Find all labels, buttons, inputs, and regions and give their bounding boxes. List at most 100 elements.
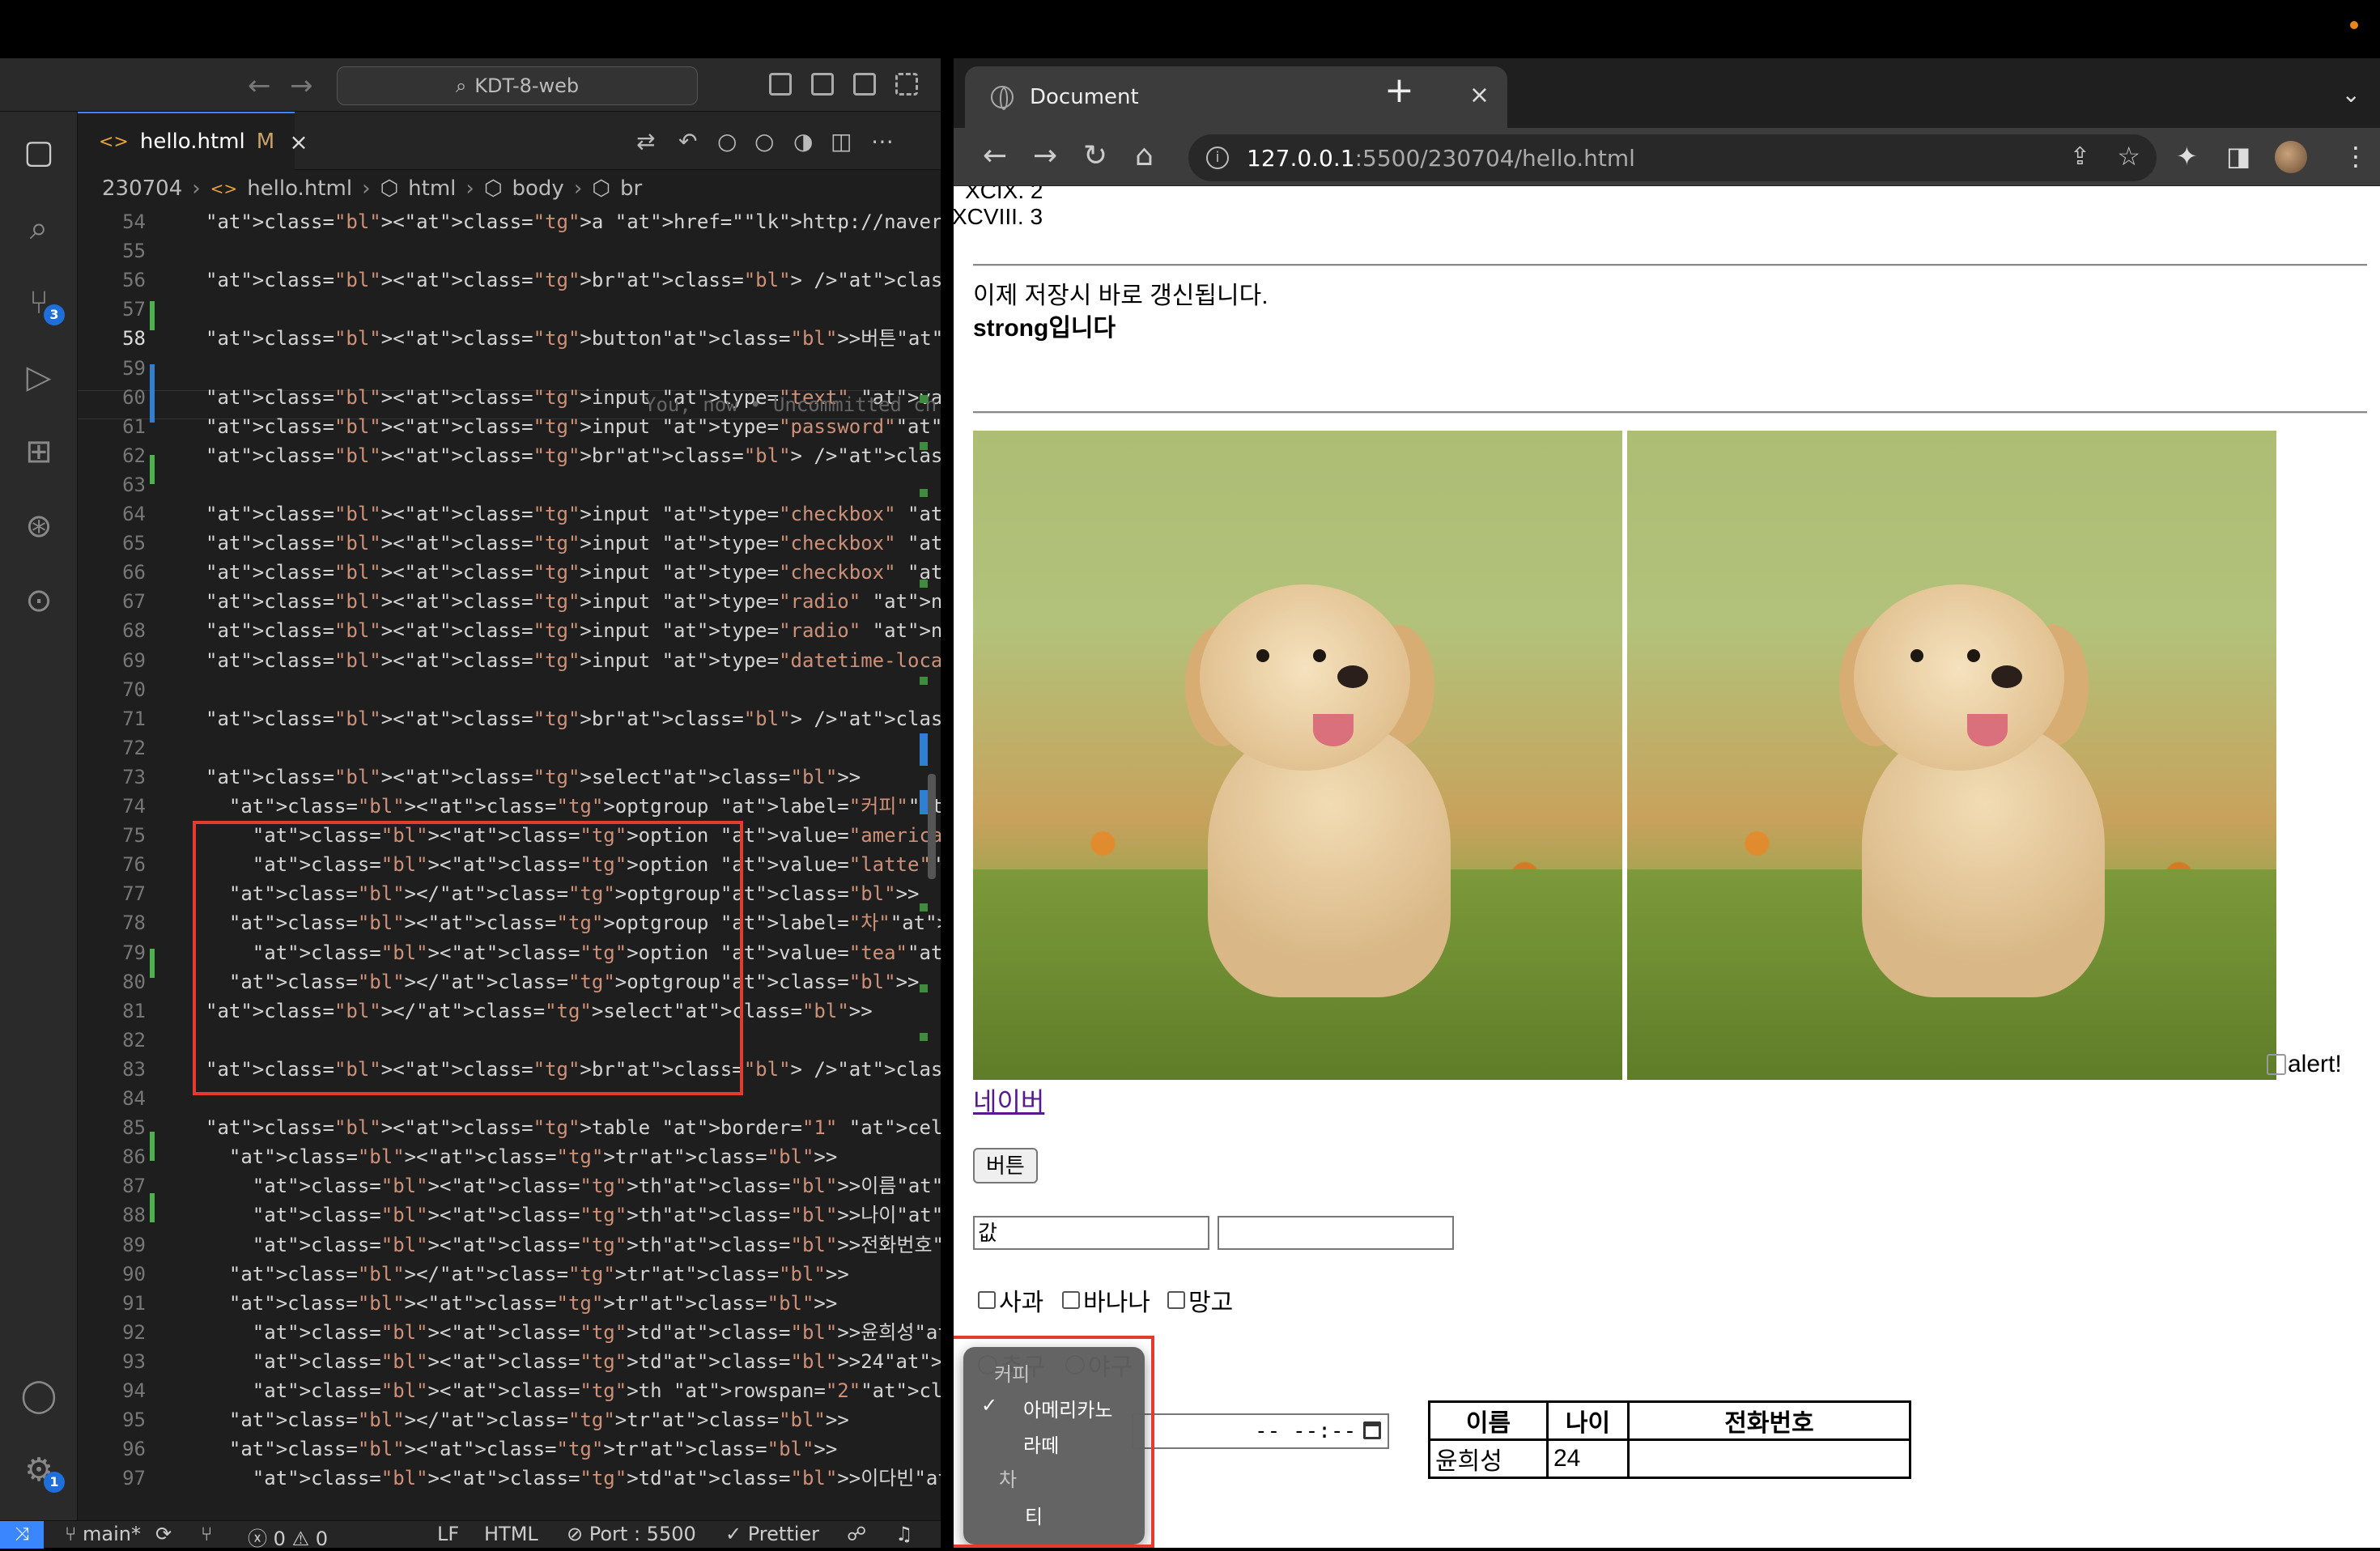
problems-status[interactable]: ⓧ 0 ⚠ 0	[248, 1523, 328, 1551]
git-graph-status-icon[interactable]: ⑂	[201, 1523, 212, 1545]
search-icon[interactable]: ⌕	[18, 207, 60, 249]
code-line: "at">class="bl"><"at">class="tg">td"at">…	[252, 1349, 941, 1373]
command-center-search[interactable]: ⌕ KDT-8-web	[337, 66, 698, 105]
git-graph-icon[interactable]: ⊛	[18, 505, 60, 547]
commit-icon[interactable]: ○	[717, 128, 737, 155]
code-line: "at">class="bl"><"at">class="tg">a "at">…	[206, 210, 941, 233]
extensions-icon[interactable]: ⊞	[18, 431, 60, 473]
chrome-menu-icon[interactable]: ⋮	[2343, 141, 2369, 172]
remote-explorer-icon[interactable]: ⊙	[18, 580, 60, 622]
run-debug-icon[interactable]: ▷	[18, 356, 60, 398]
close-tab-icon[interactable]: ×	[1469, 81, 1490, 109]
tab-hello-html[interactable]: <> hello.html M ×	[78, 112, 308, 170]
tab-search-chevron-icon[interactable]: ⌄	[2342, 81, 2361, 108]
editor-scrollbar[interactable]	[928, 774, 936, 879]
table-header: 전화번호	[1627, 1400, 1911, 1441]
code-line: "at">class="bl"><"at">class="tg">input "…	[206, 648, 941, 672]
datetime-value: -- --:--	[1255, 1419, 1357, 1443]
breadcrumb-br[interactable]: br	[620, 176, 642, 201]
branch-status[interactable]: ⑂ main*	[65, 1523, 141, 1545]
line-number: 73	[122, 765, 146, 788]
line-number: 81	[122, 999, 146, 1022]
toggle-panel-icon[interactable]	[811, 73, 834, 96]
breadcrumb-body[interactable]: body	[512, 176, 564, 201]
side-panel-icon[interactable]: ◨	[2226, 141, 2250, 172]
source-control-icon[interactable]: ⑂ 3	[18, 282, 65, 325]
minimap[interactable]	[920, 207, 928, 1520]
home-icon[interactable]: ⌂	[1135, 139, 1154, 172]
notifications-bell-icon[interactable]: ♫	[895, 1523, 913, 1545]
line-number: 79	[122, 941, 146, 964]
modified-indicator: M	[256, 130, 275, 154]
accounts-icon[interactable]: ◯	[18, 1375, 60, 1417]
reload-icon[interactable]: ↻	[1083, 139, 1107, 172]
window-divider[interactable]	[941, 58, 954, 1548]
element-cube-icon: ⬡	[483, 176, 503, 201]
horizontal-rule	[973, 411, 2367, 414]
bookmark-star-icon[interactable]: ☆	[2117, 141, 2140, 172]
more-actions-icon[interactable]: ⋯	[871, 128, 894, 155]
password-input[interactable]	[1218, 1216, 1454, 1250]
toggle-primary-sidebar-icon[interactable]	[769, 73, 792, 96]
checkbox-apple[interactable]: 사과	[978, 1282, 1043, 1318]
forward-icon[interactable]: →	[1033, 139, 1057, 172]
settings-gear-icon[interactable]: ⚙ 1	[18, 1449, 65, 1493]
revert-icon[interactable]: ↶	[678, 128, 697, 155]
line-number: 82	[122, 1028, 146, 1052]
remote-indicator-icon[interactable]: ⤨	[0, 1521, 44, 1549]
split-editor-icon[interactable]: ◫	[831, 128, 852, 155]
checkbox-label: 사과	[999, 1290, 1044, 1316]
new-tab-icon[interactable]: +	[1384, 73, 1414, 108]
checkbox-box[interactable]	[978, 1291, 996, 1309]
close-tab-icon[interactable]: ×	[289, 129, 308, 155]
breadcrumb-html[interactable]: html	[408, 176, 456, 201]
back-arrow-icon[interactable]: ←	[248, 70, 271, 102]
address-bar[interactable]: i 127.0.0.1:5500/230704/hello.html ⇪ ☆	[1188, 134, 2157, 181]
open-changes-icon[interactable]: ○	[754, 128, 774, 155]
go-live-icon[interactable]: ◑	[793, 128, 813, 155]
line-number: 74	[122, 795, 146, 818]
line-number: 54	[122, 210, 146, 233]
line-number: 72	[122, 736, 146, 759]
naver-link[interactable]: 네이버	[973, 1081, 1044, 1119]
checkbox-banana[interactable]: 바나나	[1062, 1282, 1150, 1318]
prettier-status[interactable]: ✓ Prettier	[725, 1523, 819, 1545]
git-added-marker	[150, 1132, 155, 1161]
calendar-icon[interactable]	[1363, 1421, 1381, 1439]
compare-changes-icon[interactable]: ⇄	[636, 128, 655, 155]
site-info-icon[interactable]: i	[1206, 147, 1229, 169]
checkbox-box[interactable]	[1167, 1291, 1185, 1309]
share-icon[interactable]: ⇪	[2070, 142, 2090, 171]
extensions-puzzle-icon[interactable]: ✦	[2176, 141, 2198, 172]
minimap-marker	[920, 1033, 928, 1041]
minimap-marker	[920, 790, 928, 814]
editor-tab-bar: <> hello.html M × ⇄ ↶ ○ ○ ◑ ◫ ⋯	[78, 112, 941, 170]
eol-status[interactable]: LF	[437, 1523, 459, 1545]
language-mode[interactable]: HTML	[484, 1523, 538, 1545]
prettier-label: Prettier	[747, 1523, 820, 1545]
forward-arrow-icon[interactable]: →	[290, 70, 313, 102]
back-icon[interactable]: ←	[983, 139, 1007, 172]
live-server-status[interactable]: ⊘ Port : 5500	[567, 1523, 696, 1545]
explorer-icon[interactable]: ▢	[18, 131, 60, 173]
checkbox-mango[interactable]: 망고	[1167, 1282, 1233, 1318]
chevron-right-icon: ›	[573, 176, 583, 201]
port-icon: ⊘	[567, 1523, 589, 1545]
breadcrumb-file[interactable]: hello.html	[247, 176, 352, 201]
feedback-icon[interactable]: ☍	[847, 1523, 866, 1545]
code-editor[interactable]: 54 55 56 57 58 59 60 61 62 63 64 65 66 67 68 69 70 71 72 73…	[78, 207, 941, 1520]
minimap-marker	[920, 677, 928, 685]
toggle-secondary-sidebar-icon[interactable]	[853, 73, 876, 96]
profile-avatar[interactable]	[2275, 141, 2307, 173]
page-button[interactable]: 버튼	[973, 1148, 1038, 1183]
customize-layout-icon[interactable]	[895, 73, 918, 96]
breadcrumb-folder[interactable]: 230704	[102, 176, 182, 201]
browser-tab-document[interactable]: Document ×	[965, 66, 1507, 128]
sync-icon[interactable]: ⟳	[155, 1523, 172, 1545]
code-line: "at">class="bl"><"at">class="tg">tr"at">…	[228, 1145, 838, 1169]
checkbox-box[interactable]	[1062, 1291, 1080, 1309]
line-number: 88	[122, 1204, 146, 1227]
broken-image-icon	[2267, 1054, 2286, 1075]
text-input[interactable]: 값	[973, 1216, 1209, 1250]
line-number: 57	[122, 298, 146, 321]
